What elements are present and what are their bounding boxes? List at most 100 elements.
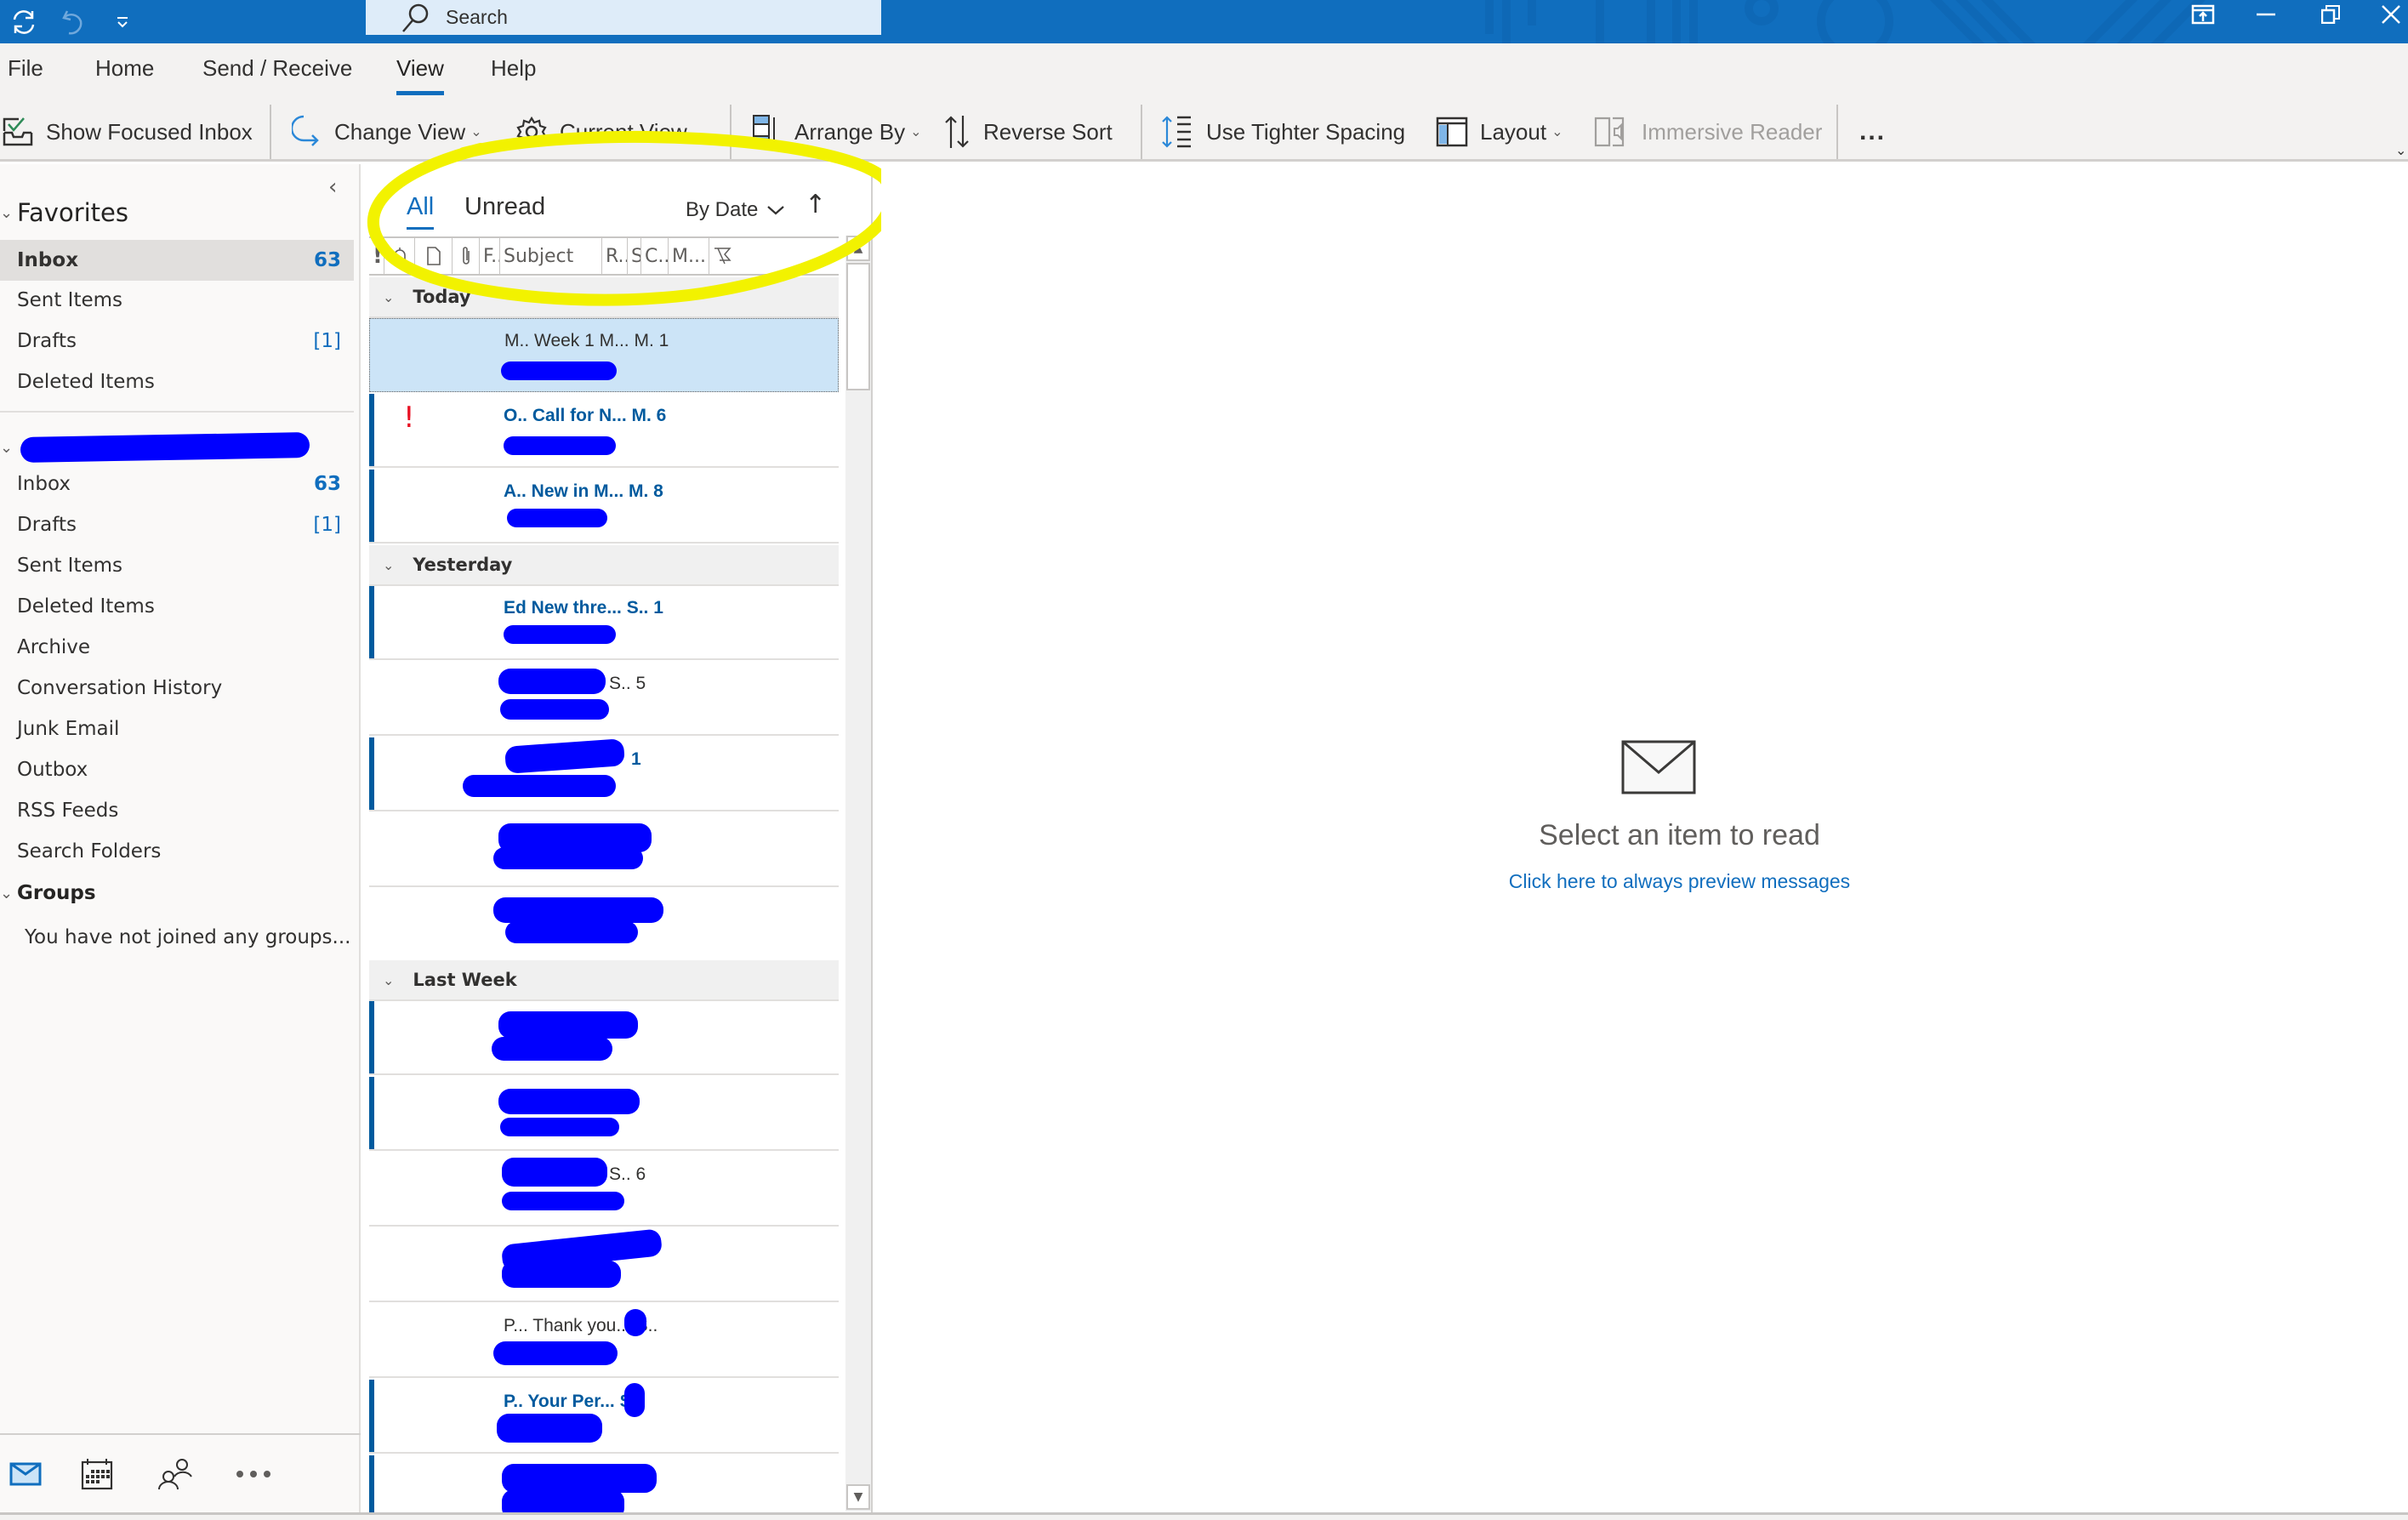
tighter-spacing-button[interactable]: Use Tighter Spacing [1160,110,1405,154]
group-label: Today [413,287,471,307]
message-item[interactable] [369,1001,839,1075]
folder-conversation-history[interactable]: Conversation History [0,669,354,708]
people-nav-button[interactable] [150,1453,201,1495]
sort-direction-button[interactable]: ↑ [805,190,826,219]
redacted-text [493,1341,618,1365]
col-received[interactable]: R.. [602,238,628,274]
folder-name: Deleted Items [17,595,155,618]
favorite-drafts[interactable]: Drafts [1] [0,322,354,361]
mail-nav-button[interactable] [0,1453,51,1495]
message-item[interactable]: A.. New in M... M. 8 [369,470,839,544]
folder-inbox[interactable]: Inbox 63 [0,464,354,504]
favorites-header[interactable]: ⌄ Favorites [0,198,128,227]
immersive-reader-button[interactable]: Immersive Reader [1594,110,1822,154]
folder-sent-items[interactable]: Sent Items [0,546,354,585]
tab-view[interactable]: View [396,55,444,95]
tab-home[interactable]: Home [95,55,154,82]
tab-file[interactable]: File [8,55,43,82]
customize-quick-access-icon[interactable] [105,5,139,39]
favorite-inbox[interactable]: Inbox 63 [0,240,354,281]
undo-icon[interactable] [56,5,90,39]
document-icon [426,247,441,265]
col-reminder[interactable] [384,238,415,274]
groups-header[interactable]: ⌄ Groups [0,882,96,904]
folder-name: Sent Items [17,289,122,311]
folder-drafts[interactable]: Drafts [1] [0,505,354,544]
more-apps-button[interactable] [228,1453,279,1495]
message-item[interactable]: P.. Your Per... S.. [369,1380,839,1454]
group-header-today[interactable]: ⌄ Today [369,277,839,318]
empty-state-title: Select an item to read [1539,819,1820,851]
redacted-text [463,775,616,797]
redacted-text [502,1261,621,1288]
col-size[interactable]: S [628,238,641,274]
col-attachment[interactable] [453,238,480,274]
message-item[interactable]: S.. 5 [369,662,839,736]
group-label: Yesterday [413,555,513,575]
message-item[interactable] [369,1228,839,1302]
col-importance[interactable]: ! [369,238,384,274]
groups-label: Groups [17,882,96,904]
folder-search-folders[interactable]: Search Folders [0,832,354,871]
group-header-last-week[interactable]: ⌄ Last Week [369,960,839,1001]
chevron-down-icon: ⌄ [383,556,395,573]
message-item[interactable] [369,813,839,887]
show-focused-inbox-button[interactable]: Show Focused Inbox [2,110,253,154]
message-item[interactable] [369,1455,839,1520]
filter-all-tab[interactable]: All [407,193,435,230]
restore-button[interactable] [2305,0,2356,29]
folder-deleted-items[interactable]: Deleted Items [0,587,354,626]
message-item[interactable] [369,1077,839,1151]
col-subject[interactable]: Subject [500,238,602,274]
col-icon[interactable] [415,238,453,274]
tab-help[interactable]: Help [491,55,536,82]
sort-by-dropdown[interactable]: By Date [686,198,785,222]
current-view-button[interactable]: Current View ⌄ [515,110,703,154]
redacted-text [492,1037,612,1061]
layout-button[interactable]: Layout ⌄ [1436,110,1563,154]
favorite-sent-items[interactable]: Sent Items [0,281,354,320]
message-list-scrollbar[interactable]: ▲ ▼ [845,236,871,1511]
message-item[interactable]: S.. 6 [369,1153,839,1227]
account-header[interactable]: ⌄ [0,431,310,464]
group-header-yesterday[interactable]: ⌄ Yesterday [369,545,839,586]
search-input[interactable]: Search [366,0,881,35]
unread-count: 63 [313,249,341,271]
group-label: Last Week [413,970,517,990]
message-item[interactable] [369,889,839,963]
message-item[interactable]: 1 [369,737,839,811]
change-view-label: Change View [334,118,466,145]
folder-archive[interactable]: Archive [0,628,354,667]
sync-icon[interactable] [7,5,41,39]
redacted-text [500,1118,619,1136]
folder-name: Sent Items [17,555,122,577]
more-commands-button[interactable]: ... [1859,110,1886,154]
minimize-button[interactable] [2240,0,2291,29]
folder-rss-feeds[interactable]: RSS Feeds [0,791,354,830]
message-item[interactable]: P... Thank you... S.. [369,1304,839,1378]
filter-unread-tab[interactable]: Unread [464,193,545,221]
scroll-up-button[interactable]: ▲ [846,236,870,261]
chevron-down-icon: ⌄ [0,438,14,457]
folder-junk-email[interactable]: Junk Email [0,709,354,749]
coming-soon-button[interactable] [2177,0,2229,29]
arrange-by-button[interactable]: Arrange By ⌄ [749,110,921,154]
message-item[interactable]: ! Ed New thre... S.. 1 O.. Call for N...… [369,394,839,468]
scroll-down-button[interactable]: ▼ [846,1484,870,1510]
col-mention[interactable]: M... [669,238,709,274]
favorite-deleted-items[interactable]: Deleted Items [0,362,354,401]
always-preview-link[interactable]: Click here to always preview messages [881,870,2408,893]
calendar-nav-button[interactable] [71,1453,122,1495]
col-flag[interactable] [709,238,735,274]
tab-send-receive[interactable]: Send / Receive [202,55,352,82]
message-item[interactable]: M.. Week 1 M... M. 1 [369,318,839,392]
col-from[interactable]: F.. [480,238,500,274]
collapse-folder-pane-icon[interactable]: ‹ [328,174,337,200]
change-view-button[interactable]: Change View ⌄ [292,110,482,154]
close-button[interactable] [2373,0,2408,29]
message-item[interactable]: Ed New thre... S.. 1 [369,586,839,660]
scroll-thumb[interactable] [846,263,870,390]
col-categories[interactable]: C.. [641,238,669,274]
reverse-sort-button[interactable]: Reverse Sort [942,110,1113,154]
folder-outbox[interactable]: Outbox [0,750,354,789]
